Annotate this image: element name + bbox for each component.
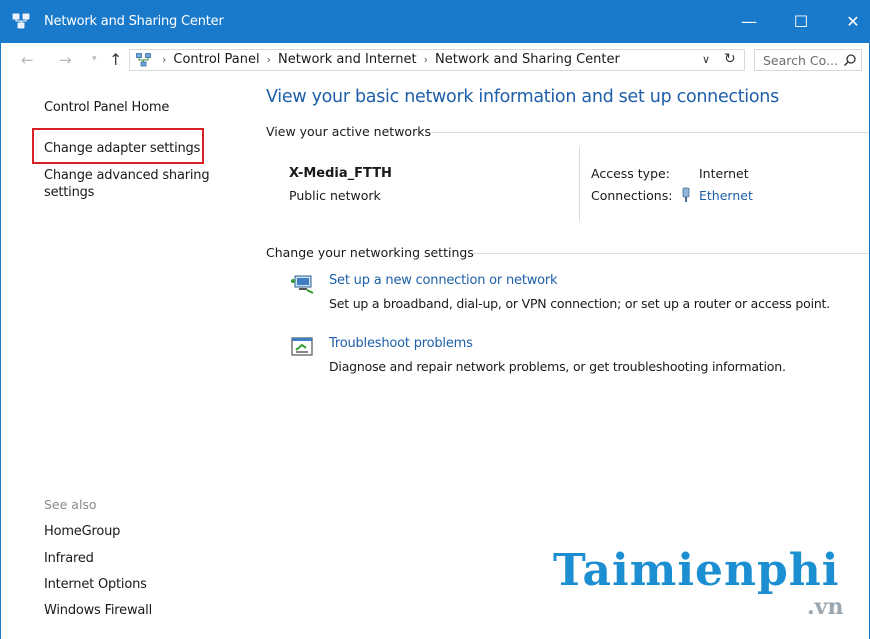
see-also-windows-firewall-link[interactable]: Windows Firewall [44,602,152,619]
new-connection-icon [291,275,314,294]
breadcrumb-separator-icon: › [266,53,272,66]
breadcrumb: › Control Panel › Network and Internet › Netw… [162,52,620,67]
breadcrumb-network-and-sharing-center[interactable]: Network and Sharing Center [435,52,620,67]
troubleshoot-icon [291,337,313,356]
search-placeholder: Search Co... [763,53,838,68]
breadcrumb-control-panel[interactable]: Control Panel [173,52,259,67]
setup-new-connection-link[interactable]: Set up a new connection or network [329,273,558,288]
troubleshoot-problems-description: Diagnose and repair network problems, or… [329,359,786,374]
window-title: Network and Sharing Center [44,14,224,29]
network-category-link: Public network [289,188,381,203]
refresh-icon[interactable]: ↻ [724,51,736,67]
navigation-bar: ← → ▾ ↑ › Control Panel › Network and Inter… [1,43,869,79]
change-settings-header: Change your networking settings [266,245,474,260]
taimienphi-logo: Taimienphi [553,545,840,596]
vertical-divider [579,147,580,221]
change-advanced-sharing-settings-link[interactable]: Change advanced sharing settings [44,167,224,201]
troubleshoot-problems-link[interactable]: Troubleshoot problems [329,336,473,351]
breadcrumb-network-and-internet[interactable]: Network and Internet [278,52,417,67]
page-title: View your basic network information and … [266,87,779,107]
breadcrumb-separator-icon: › [162,53,167,66]
search-input[interactable]: Search Co... [754,49,862,71]
recent-locations-chevron-icon[interactable]: ▾ [92,54,97,64]
section-divider [431,132,869,133]
title-bar[interactable]: Network and Sharing Center — ☐ ✕ [1,0,869,43]
highlight-box [32,128,204,164]
ethernet-connection-link[interactable]: Ethernet [699,188,753,203]
active-networks-header: View your active networks [266,124,431,139]
back-arrow-icon[interactable]: ← [21,51,34,69]
access-type-label: Access type: [591,166,670,181]
address-bar[interactable]: › Control Panel › Network and Internet › Netw… [129,49,745,71]
see-also-homegroup-link[interactable]: HomeGroup [44,523,120,540]
control-panel-home-link[interactable]: Control Panel Home [44,99,169,116]
network-center-icon [136,53,151,67]
access-type-value: Internet [699,166,749,181]
forward-arrow-icon[interactable]: → [59,51,72,69]
setup-new-connection-description: Set up a broadband, dial-up, or VPN conn… [329,296,831,311]
see-also-header: See also [44,497,97,512]
window: Network and Sharing Center — ☐ ✕ ← → ▾ ↑… [0,0,870,639]
taimienphi-logo-domain: .vn [807,594,844,620]
network-name: X-Media_FTTH [289,166,392,181]
breadcrumb-separator-icon: › [423,53,429,66]
minimize-button[interactable]: — [723,0,775,43]
section-divider [473,253,869,254]
network-center-icon [12,13,30,29]
see-also-internet-options-link[interactable]: Internet Options [44,576,147,593]
close-button[interactable]: ✕ [827,0,870,43]
ethernet-icon [682,187,690,202]
maximize-button[interactable]: ☐ [775,0,827,43]
up-arrow-icon[interactable]: ↑ [109,50,122,69]
search-icon[interactable] [843,53,857,67]
see-also-infrared-link[interactable]: Infrared [44,550,94,567]
address-dropdown-chevron-icon[interactable]: ∨ [702,53,710,66]
connections-label: Connections: [591,188,673,203]
